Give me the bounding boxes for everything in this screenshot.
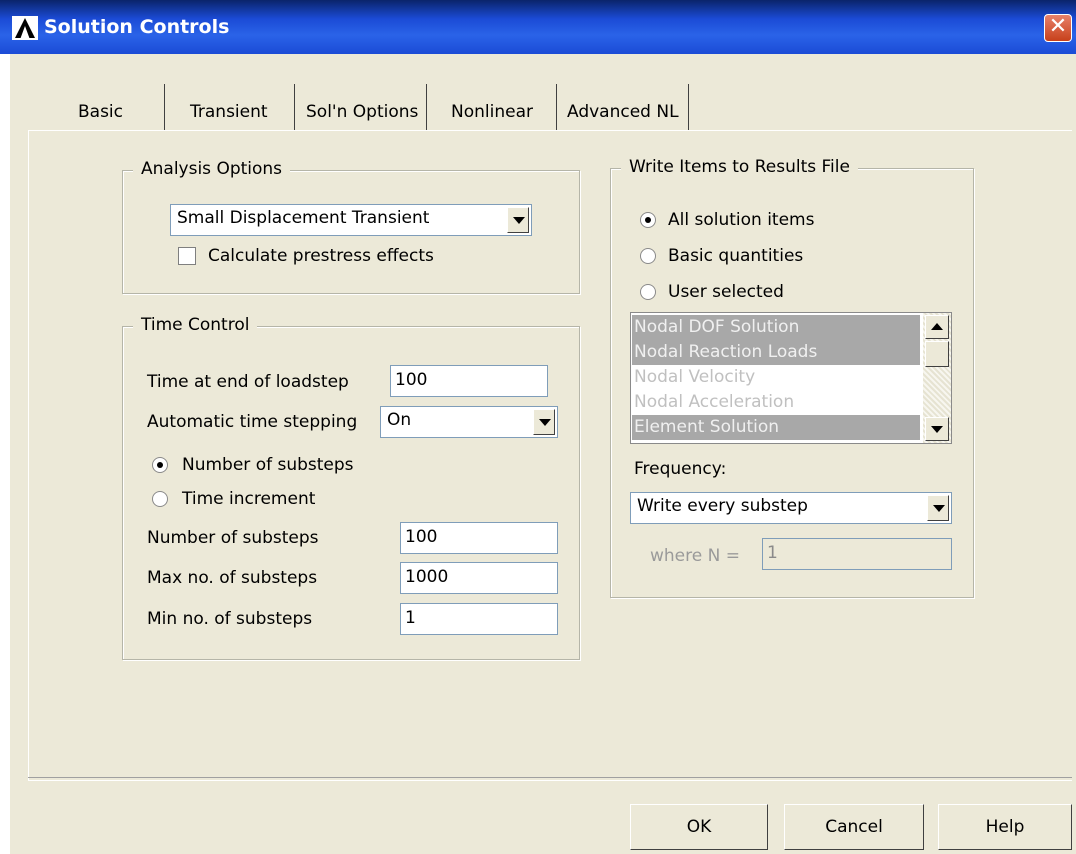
- num-substeps-field[interactable]: 100: [400, 522, 558, 554]
- window-title: Solution Controls: [44, 16, 230, 38]
- chevron-down-icon[interactable]: [507, 207, 529, 233]
- window-border: [0, 54, 10, 854]
- radio-user-selected-label: User selected: [668, 282, 784, 302]
- list-item[interactable]: Nodal DOF Solution: [632, 315, 920, 340]
- chevron-down-icon[interactable]: [927, 495, 949, 521]
- frequency-value: Write every substep: [637, 496, 808, 516]
- tab-solution-options-label: Sol'n Options: [306, 102, 419, 122]
- tab-divider: [686, 84, 689, 130]
- analysis-options-title: Analysis Options: [133, 159, 291, 179]
- time-end-label: Time at end of loadstep: [147, 372, 349, 392]
- ansys-logo-icon: [12, 16, 38, 40]
- radio-time-increment[interactable]: [152, 491, 168, 507]
- tab-divider: [292, 84, 295, 130]
- tab-nonlinear-label: Nonlinear: [451, 102, 533, 122]
- tab-transient[interactable]: Transient: [190, 92, 268, 132]
- frequency-dropdown[interactable]: Write every substep: [630, 492, 952, 524]
- radio-basic-quantities[interactable]: [640, 248, 656, 264]
- title-bar[interactable]: Solution Controls ✕: [0, 0, 1076, 54]
- list-item[interactable]: Nodal Acceleration: [632, 390, 920, 415]
- scroll-down-icon[interactable]: [925, 417, 949, 441]
- auto-time-dropdown[interactable]: On: [380, 406, 558, 438]
- radio-all-solution-items-label: All solution items: [668, 210, 815, 230]
- panel-divider: [28, 777, 1072, 781]
- list-item[interactable]: Element Solution: [632, 415, 920, 440]
- frequency-label: Frequency:: [634, 459, 727, 479]
- radio-basic-quantities-label: Basic quantities: [668, 246, 804, 266]
- analysis-type-value: Small Displacement Transient: [177, 208, 430, 228]
- prestress-checkbox[interactable]: [178, 247, 196, 265]
- min-substeps-label: Min no. of substeps: [147, 609, 313, 629]
- auto-time-value: On: [387, 410, 412, 430]
- tab-basic[interactable]: Basic: [78, 92, 123, 132]
- radio-all-solution-items[interactable]: [640, 212, 656, 228]
- analysis-type-dropdown[interactable]: Small Displacement Transient: [170, 204, 532, 236]
- radio-time-increment-label: Time increment: [182, 489, 316, 509]
- tab-divider: [554, 84, 557, 130]
- list-item[interactable]: Nodal Velocity: [632, 365, 920, 390]
- close-icon[interactable]: ✕: [1044, 14, 1072, 42]
- min-substeps-field[interactable]: 1: [400, 603, 558, 635]
- auto-time-label: Automatic time stepping: [147, 412, 358, 432]
- tab-divider: [162, 84, 165, 130]
- help-button[interactable]: Help: [938, 804, 1072, 850]
- tab-solution-options[interactable]: Sol'n Options: [306, 92, 418, 132]
- time-end-field[interactable]: 100: [390, 365, 548, 397]
- ok-button[interactable]: OK: [630, 804, 768, 850]
- scrollbar-thumb[interactable]: [925, 341, 949, 367]
- scroll-up-icon[interactable]: [925, 315, 949, 339]
- results-items-listbox[interactable]: Nodal DOF Solution Nodal Reaction Loads …: [630, 312, 952, 444]
- tab-advanced-nl-label: Advanced NL: [567, 102, 679, 122]
- where-n-field: 1: [762, 538, 952, 570]
- results-file-title: Write Items to Results File: [621, 157, 858, 177]
- radio-user-selected[interactable]: [640, 284, 656, 300]
- results-list-scrollbar[interactable]: [923, 313, 951, 443]
- tab-advanced-nl[interactable]: Advanced NL: [567, 92, 679, 132]
- chevron-down-icon[interactable]: [533, 409, 555, 435]
- max-substeps-field[interactable]: 1000: [400, 562, 558, 594]
- cancel-button[interactable]: Cancel: [784, 804, 924, 850]
- tab-divider: [424, 84, 427, 130]
- num-substeps-label: Number of substeps: [147, 528, 319, 548]
- list-item[interactable]: Nodal Reaction Loads: [632, 340, 920, 365]
- time-control-title: Time Control: [133, 315, 258, 335]
- max-substeps-label: Max no. of substeps: [147, 568, 318, 588]
- tab-nonlinear[interactable]: Nonlinear: [451, 92, 533, 132]
- radio-number-of-substeps[interactable]: [152, 457, 168, 473]
- tab-basic-label: Basic: [78, 102, 124, 122]
- tab-transient-label: Transient: [190, 102, 268, 122]
- where-n-label: where N =: [650, 546, 740, 566]
- dialog-body: Basic Transient Sol'n Options Nonlinear …: [10, 54, 1076, 854]
- radio-number-of-substeps-label: Number of substeps: [182, 455, 354, 475]
- prestress-label: Calculate prestress effects: [208, 246, 434, 266]
